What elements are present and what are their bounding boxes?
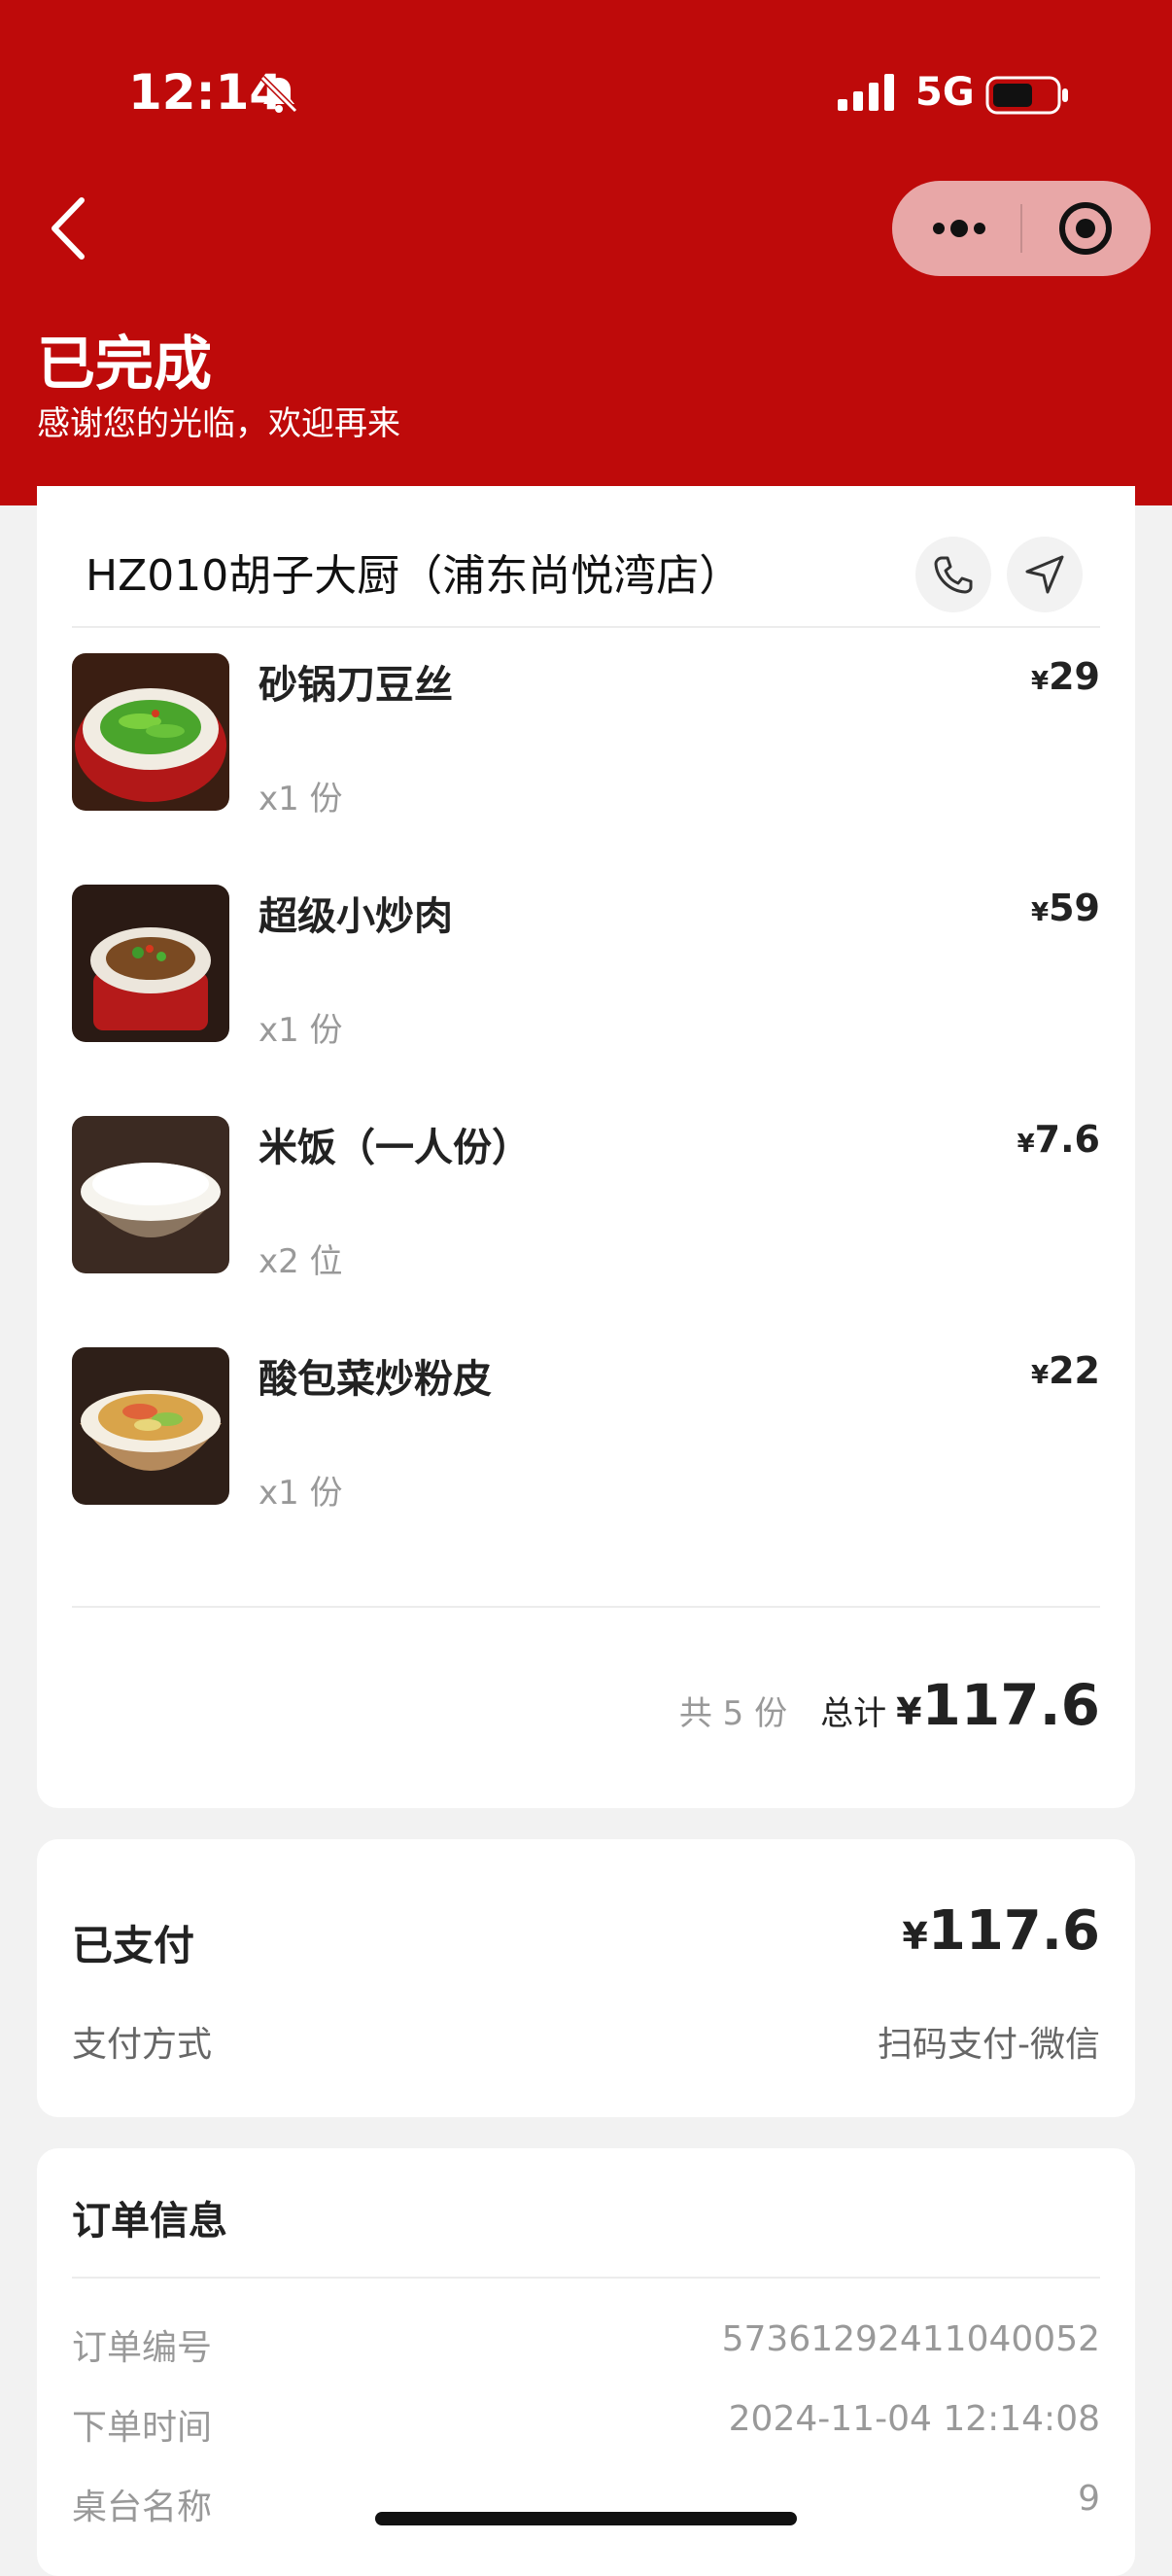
total-amount: 117.6 bbox=[921, 1672, 1100, 1738]
divider bbox=[72, 1606, 1100, 1608]
item-price-value: 22 bbox=[1049, 1349, 1100, 1392]
total-label: 总计 bbox=[820, 1694, 887, 1733]
back-icon[interactable] bbox=[47, 194, 91, 266]
capsule-divider bbox=[1020, 204, 1022, 253]
item-price-value: 7.6 bbox=[1034, 1118, 1100, 1161]
item-quantity: x1 份 bbox=[259, 1474, 343, 1513]
header: 12:14 5G 已完成 感谢您的光临，欢迎再来 bbox=[0, 0, 1172, 505]
order-item: 砂锅刀豆丝 x1 份 ¥29 bbox=[72, 653, 1100, 848]
order-number-row: 订单编号 57361292411040052 bbox=[72, 2319, 1100, 2370]
order-time-label: 下单时间 bbox=[72, 2408, 213, 2448]
order-summary: 共 5 份 总计 ¥ 117.6 bbox=[679, 1672, 1100, 1738]
currency-symbol: ¥ bbox=[1031, 1361, 1050, 1390]
item-quantity: x1 份 bbox=[259, 1011, 343, 1050]
currency-symbol: ¥ bbox=[1031, 667, 1050, 696]
call-button[interactable] bbox=[915, 537, 991, 612]
payment-method-label: 支付方式 bbox=[72, 2025, 213, 2065]
item-price: ¥29 bbox=[1031, 655, 1100, 698]
order-item: 超级小炒肉 x1 份 ¥59 bbox=[72, 885, 1100, 1079]
table-name-label: 桌台名称 bbox=[72, 2488, 213, 2527]
item-name: 米饭（一人份） bbox=[259, 1126, 531, 1170]
signal-icon bbox=[838, 74, 898, 117]
payment-status: 已支付 bbox=[72, 1922, 195, 1969]
navigation-icon bbox=[1025, 555, 1064, 594]
item-count: 共 5 份 bbox=[678, 1694, 788, 1733]
paid-amount: ¥117.6 bbox=[902, 1899, 1100, 1963]
item-quantity: x2 位 bbox=[259, 1242, 343, 1281]
item-name: 砂锅刀豆丝 bbox=[259, 663, 453, 708]
table-name-value: 9 bbox=[1078, 2479, 1100, 2519]
page-subtitle: 感谢您的光临，欢迎再来 bbox=[37, 404, 400, 443]
item-name: 酸包菜炒粉皮 bbox=[259, 1357, 492, 1402]
dish-image-cabbage-noodles bbox=[72, 1347, 229, 1505]
currency-symbol: ¥ bbox=[1017, 1130, 1035, 1159]
battery-icon bbox=[985, 76, 1071, 119]
home-indicator[interactable] bbox=[375, 2512, 797, 2525]
divider bbox=[72, 2277, 1100, 2279]
order-info-title: 订单信息 bbox=[72, 2199, 227, 2244]
more-icon[interactable] bbox=[927, 206, 991, 255]
item-price: ¥7.6 bbox=[1017, 1118, 1100, 1161]
divider bbox=[72, 626, 1100, 628]
phone-icon bbox=[934, 556, 973, 594]
bell-muted-icon bbox=[257, 72, 301, 121]
dish-image-rice bbox=[72, 1116, 229, 1273]
order-time-row: 下单时间 2024-11-04 12:14:08 bbox=[72, 2399, 1100, 2450]
currency-symbol: ¥ bbox=[1031, 898, 1050, 927]
close-target-icon[interactable] bbox=[1057, 200, 1114, 261]
order-item: 米饭（一人份） x2 位 ¥7.6 bbox=[72, 1116, 1100, 1310]
item-name: 超级小炒肉 bbox=[259, 894, 453, 939]
currency-symbol: ¥ bbox=[896, 1690, 922, 1733]
payment-method-value: 扫码支付-微信 bbox=[878, 2025, 1100, 2065]
dish-image-stir-fried-pork bbox=[72, 885, 229, 1042]
dish-image-green-beans bbox=[72, 653, 229, 811]
order-items-card: HZ010胡子大厨（浦东尚悦湾店） 砂锅刀豆丝 x1 份 ¥29 超级小炒肉 x… bbox=[37, 486, 1135, 1808]
item-price-value: 59 bbox=[1049, 887, 1100, 929]
item-quantity: x1 份 bbox=[259, 780, 343, 818]
item-price: ¥22 bbox=[1031, 1349, 1100, 1392]
order-number-value[interactable]: 57361292411040052 bbox=[722, 2319, 1100, 2359]
payment-card: 已支付 ¥117.6 支付方式 扫码支付-微信 bbox=[37, 1839, 1135, 2117]
network-type: 5G bbox=[915, 70, 975, 115]
item-price-value: 29 bbox=[1049, 655, 1100, 698]
shop-name[interactable]: HZ010胡子大厨（浦东尚悦湾店） bbox=[86, 540, 741, 603]
page-title: 已完成 bbox=[37, 331, 212, 399]
mini-program-capsule bbox=[892, 181, 1151, 276]
order-number-label: 订单编号 bbox=[72, 2328, 213, 2368]
currency-symbol: ¥ bbox=[902, 1915, 928, 1958]
navigate-button[interactable] bbox=[1007, 537, 1083, 612]
order-item: 酸包菜炒粉皮 x1 份 ¥22 bbox=[72, 1347, 1100, 1542]
order-time-value: 2024-11-04 12:14:08 bbox=[728, 2399, 1100, 2439]
paid-amount-value: 117.6 bbox=[927, 1899, 1100, 1963]
item-price: ¥59 bbox=[1031, 887, 1100, 929]
